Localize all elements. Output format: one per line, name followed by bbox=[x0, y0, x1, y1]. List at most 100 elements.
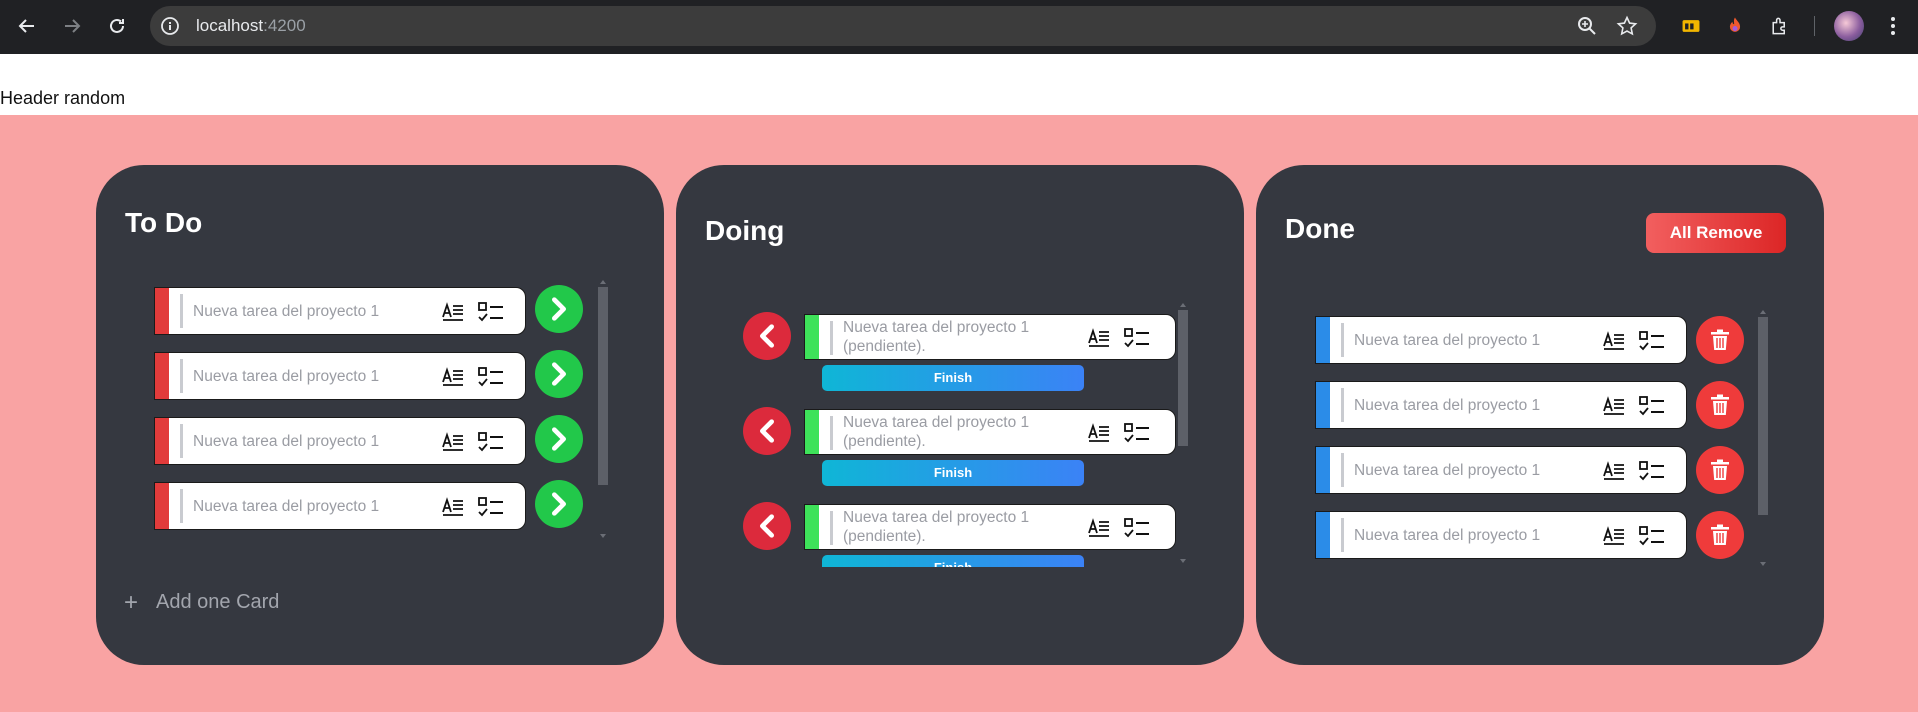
card-text: Nueva tarea del proyecto 1 (pendiente). bbox=[843, 414, 1030, 450]
move-back-button[interactable] bbox=[743, 407, 791, 455]
text-format-icon[interactable] bbox=[441, 430, 465, 454]
reload-icon[interactable] bbox=[101, 10, 133, 42]
add-card-button[interactable]: + Add one Card bbox=[124, 590, 279, 614]
card-text: Nueva tarea del proyecto 1 bbox=[193, 498, 380, 515]
delete-card-button[interactable] bbox=[1696, 381, 1744, 429]
scroll-up-arrow[interactable] bbox=[1760, 310, 1766, 314]
card-divider bbox=[1341, 323, 1344, 357]
checklist-icon[interactable] bbox=[477, 495, 505, 519]
delete-card-button[interactable] bbox=[1696, 316, 1744, 364]
move-back-button[interactable] bbox=[743, 312, 791, 360]
checklist-icon[interactable] bbox=[1123, 421, 1151, 445]
card-text: Nueva tarea del proyecto 1 (pendiente). bbox=[843, 509, 1030, 545]
scrollbar[interactable] bbox=[1178, 303, 1188, 565]
scrollbar[interactable] bbox=[598, 280, 608, 540]
checklist-icon[interactable] bbox=[1638, 459, 1666, 483]
scroll-down-arrow[interactable] bbox=[1180, 559, 1186, 563]
checklist-icon[interactable] bbox=[1123, 326, 1151, 350]
checklist-icon[interactable] bbox=[477, 365, 505, 389]
move-to-doing-button[interactable] bbox=[535, 480, 583, 528]
chevron-right-icon bbox=[552, 297, 566, 321]
task-card[interactable]: Nueva tarea del proyecto 1 (pendiente). bbox=[804, 409, 1176, 455]
text-format-icon[interactable] bbox=[1602, 524, 1626, 548]
card-text: Nueva tarea del proyecto 1 bbox=[193, 433, 380, 450]
task-card[interactable]: Nueva tarea del proyecto 1 bbox=[1315, 446, 1687, 494]
chevron-left-icon bbox=[760, 324, 774, 348]
scrollbar-thumb[interactable] bbox=[1178, 310, 1188, 446]
scrollbar-thumb[interactable] bbox=[598, 287, 608, 485]
menu-kebab-icon[interactable] bbox=[1880, 13, 1906, 39]
task-card[interactable]: Nueva tarea del proyecto 1 bbox=[154, 287, 526, 335]
extensions-puzzle-icon[interactable] bbox=[1767, 13, 1793, 39]
task-card[interactable]: Nueva tarea del proyecto 1 bbox=[154, 482, 526, 530]
card-color-stripe bbox=[1316, 512, 1330, 558]
checklist-icon[interactable] bbox=[1123, 516, 1151, 540]
move-back-button[interactable] bbox=[743, 502, 791, 550]
card-color-stripe bbox=[805, 410, 819, 454]
site-info-icon[interactable] bbox=[160, 16, 180, 36]
task-card[interactable]: Nueva tarea del proyecto 1 bbox=[1315, 511, 1687, 559]
task-card[interactable]: Nueva tarea del proyecto 1 (pendiente). bbox=[804, 504, 1176, 550]
url-text[interactable]: localhost:4200 bbox=[196, 16, 306, 36]
text-format-icon[interactable] bbox=[1087, 421, 1111, 445]
task-card[interactable]: Nueva tarea del proyecto 1 (pendiente). bbox=[804, 314, 1176, 360]
forward-arrow-icon[interactable] bbox=[56, 10, 88, 42]
bookmark-star-icon[interactable] bbox=[1616, 15, 1638, 37]
chevron-right-icon bbox=[552, 427, 566, 451]
checklist-icon[interactable] bbox=[1638, 394, 1666, 418]
card-divider bbox=[180, 294, 183, 328]
text-format-icon[interactable] bbox=[441, 300, 465, 324]
trash-icon bbox=[1711, 459, 1729, 480]
task-card[interactable]: Nueva tarea del proyecto 1 bbox=[1315, 381, 1687, 429]
text-format-icon[interactable] bbox=[1087, 516, 1111, 540]
address-bar[interactable]: localhost:4200 bbox=[150, 6, 1656, 46]
text-format-icon[interactable] bbox=[441, 365, 465, 389]
card-divider bbox=[1341, 453, 1344, 487]
finish-button[interactable]: Finish bbox=[822, 365, 1084, 391]
column-title: Done bbox=[1285, 213, 1355, 244]
chevron-right-icon bbox=[552, 362, 566, 386]
checklist-icon[interactable] bbox=[1638, 329, 1666, 353]
text-format-icon[interactable] bbox=[1602, 459, 1626, 483]
back-arrow-icon[interactable] bbox=[11, 10, 43, 42]
task-card[interactable]: Nueva tarea del proyecto 1 bbox=[154, 352, 526, 400]
trash-icon bbox=[1711, 394, 1729, 415]
card-divider bbox=[1341, 388, 1344, 422]
scrollbar-thumb[interactable] bbox=[1758, 317, 1768, 515]
zoom-icon[interactable] bbox=[1576, 15, 1598, 37]
scroll-down-arrow[interactable] bbox=[1760, 562, 1766, 566]
card-divider bbox=[180, 489, 183, 523]
scroll-down-arrow[interactable] bbox=[600, 534, 606, 538]
checklist-icon[interactable] bbox=[1638, 524, 1666, 548]
card-color-stripe bbox=[155, 418, 169, 464]
scrollbar[interactable] bbox=[1758, 310, 1768, 568]
card-text: Nueva tarea del proyecto 1 (pendiente). bbox=[843, 319, 1030, 355]
text-format-icon[interactable] bbox=[1087, 326, 1111, 350]
card-color-stripe bbox=[155, 288, 169, 334]
checklist-icon[interactable] bbox=[477, 300, 505, 324]
delete-card-button[interactable] bbox=[1696, 446, 1744, 494]
scroll-up-arrow[interactable] bbox=[600, 280, 606, 284]
task-card[interactable]: Nueva tarea del proyecto 1 bbox=[1315, 316, 1687, 364]
move-to-doing-button[interactable] bbox=[535, 415, 583, 463]
finish-button[interactable]: Finish bbox=[822, 460, 1084, 486]
delete-card-button[interactable] bbox=[1696, 511, 1744, 559]
text-format-icon[interactable] bbox=[1602, 329, 1626, 353]
text-format-icon[interactable] bbox=[1602, 394, 1626, 418]
finish-button[interactable]: Finish bbox=[822, 555, 1084, 567]
all-remove-button[interactable]: All Remove bbox=[1646, 213, 1786, 253]
checklist-icon[interactable] bbox=[477, 430, 505, 454]
card-divider bbox=[830, 416, 833, 450]
profile-avatar[interactable] bbox=[1834, 11, 1864, 41]
move-to-doing-button[interactable] bbox=[535, 285, 583, 333]
doing-card-list: Nueva tarea del proyecto 1 (pendiente). … bbox=[676, 295, 1244, 495]
text-format-icon[interactable] bbox=[441, 495, 465, 519]
card-color-stripe bbox=[1316, 382, 1330, 428]
flame-extension-icon[interactable] bbox=[1722, 13, 1748, 39]
cast-extension-icon[interactable] bbox=[1678, 13, 1704, 39]
move-to-doing-button[interactable] bbox=[535, 350, 583, 398]
column-title: Doing bbox=[705, 215, 785, 246]
card-color-stripe bbox=[155, 353, 169, 399]
scroll-up-arrow[interactable] bbox=[1180, 303, 1186, 307]
task-card[interactable]: Nueva tarea del proyecto 1 bbox=[154, 417, 526, 465]
